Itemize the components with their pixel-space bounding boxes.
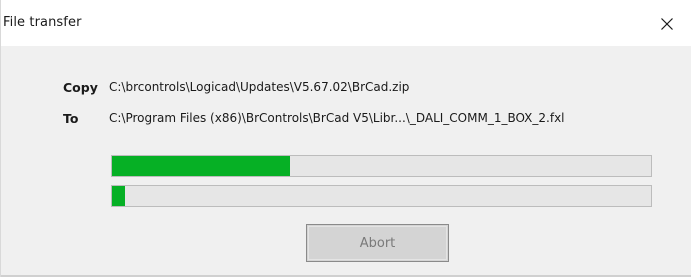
- to-label: To: [63, 111, 79, 126]
- total-progress-bar: [111, 155, 652, 177]
- abort-button[interactable]: Abort: [306, 224, 449, 262]
- close-button[interactable]: [651, 9, 683, 39]
- title-bar: File transfer: [1, 0, 691, 46]
- copy-source-path: C:\brcontrols\Logicad\Updates\V5.67.02\B…: [109, 80, 410, 94]
- copy-label: Copy: [63, 80, 98, 95]
- close-icon: [661, 18, 673, 30]
- file-progress-fill: [112, 186, 126, 206]
- file-progress-bar: [111, 185, 652, 207]
- to-destination-path: C:\Program Files (x86)\BrControls\BrCad …: [109, 111, 565, 125]
- total-progress-fill: [112, 156, 290, 176]
- file-transfer-dialog: File transfer Copy C:\brcontrols\Logicad…: [0, 0, 691, 277]
- window-title: File transfer: [3, 15, 82, 30]
